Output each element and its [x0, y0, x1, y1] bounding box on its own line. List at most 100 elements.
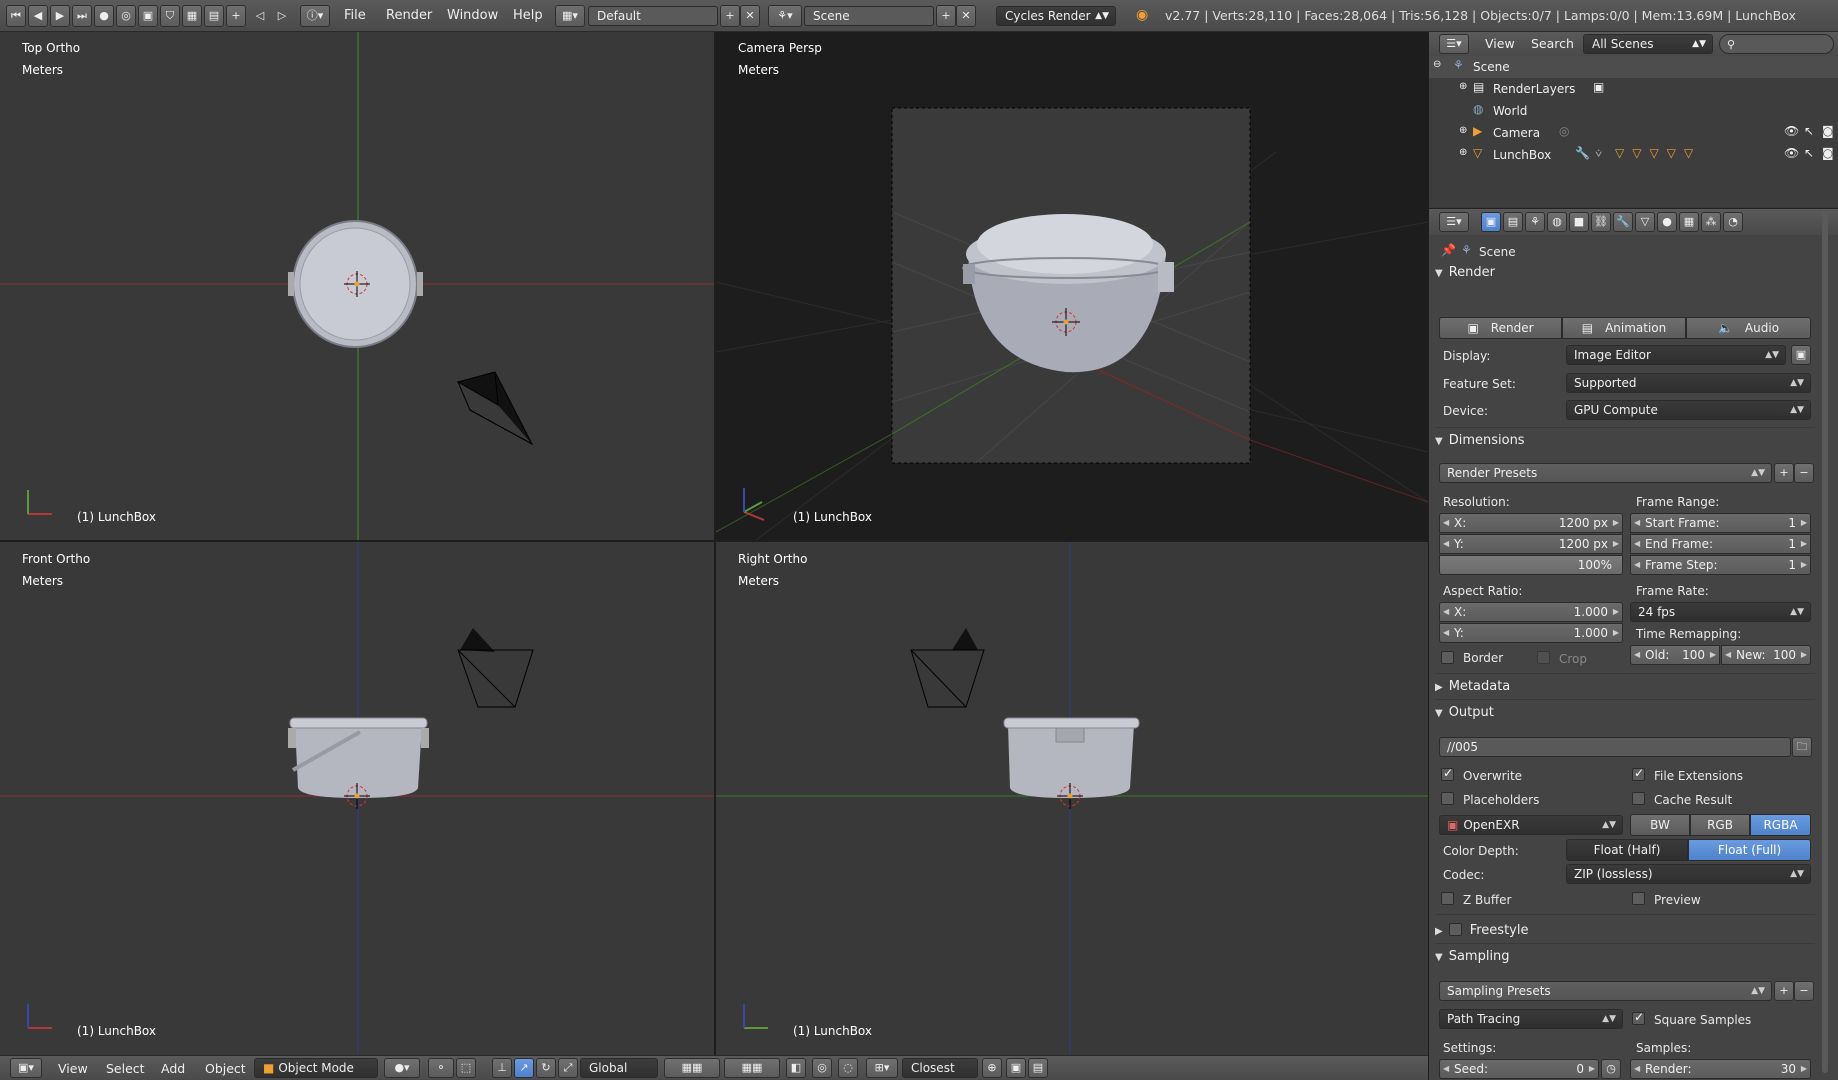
add-preset-icon[interactable]: +: [1774, 981, 1794, 1001]
scene-field[interactable]: Scene: [804, 6, 934, 26]
render-button[interactable]: ▣ Render: [1439, 317, 1562, 339]
sampling-panel-header[interactable]: ▼ Sampling: [1435, 949, 1815, 964]
remove-preset-icon[interactable]: −: [1794, 981, 1814, 1001]
snap-toggle-icon[interactable]: ⊞▾: [866, 1058, 898, 1078]
start-frame-field[interactable]: ◀ Start Frame: 1 ▶: [1630, 513, 1811, 533]
expand-icon[interactable]: ⊕: [1459, 147, 1467, 158]
audio-button[interactable]: 🔈 Audio: [1686, 317, 1811, 339]
jump-start-icon[interactable]: ⏮: [6, 5, 26, 27]
viewport-front-ortho[interactable]: Front Ortho Meters (1) LunchBox: [0, 542, 714, 1054]
screen-layout-field[interactable]: Default: [588, 6, 718, 26]
feature-set-dropdown[interactable]: Supported ▲▼: [1566, 373, 1811, 393]
collapse-icon[interactable]: ⊖: [1433, 59, 1441, 70]
expand-icon[interactable]: ⊕: [1459, 125, 1467, 136]
end-frame-field[interactable]: ◀ End Frame: 1 ▶: [1630, 534, 1811, 554]
add-preset-icon[interactable]: +: [1774, 463, 1794, 483]
falloff-icon[interactable]: ◌: [838, 1058, 858, 1078]
selectable-cursor-icon[interactable]: ↖: [1804, 124, 1814, 138]
viewport-camera-persp[interactable]: Camera Persp Meters (1) LunchBox: [716, 32, 1428, 540]
add-scene-icon[interactable]: +: [936, 5, 956, 27]
lock-interface-icon[interactable]: ▣: [1791, 345, 1811, 365]
placeholders-checkbox[interactable]: [1441, 792, 1454, 805]
channel-rgba-button[interactable]: RGBA: [1750, 814, 1811, 836]
vertex-group-icon[interactable]: ⩒: [1595, 146, 1602, 161]
cache-result-checkbox[interactable]: [1632, 792, 1645, 805]
border-checkbox[interactable]: [1441, 651, 1454, 664]
object-tab-icon[interactable]: ■: [1569, 212, 1589, 232]
resolution-percentage-slider[interactable]: 100%: [1439, 555, 1623, 575]
scene-icon[interactable]: ⚘▾: [768, 5, 802, 27]
physics-tab-icon[interactable]: ◔: [1723, 212, 1743, 232]
crop-checkbox[interactable]: [1537, 651, 1550, 664]
sphere-icon[interactable]: ◎: [116, 5, 136, 27]
snap-target-dropdown[interactable]: Closest: [902, 1058, 978, 1078]
renderable-camera-icon[interactable]: ◙: [1822, 124, 1834, 138]
output-path-input[interactable]: //005: [1439, 737, 1791, 757]
remove-layout-icon[interactable]: ✕: [740, 5, 760, 27]
horizontal-split[interactable]: [0, 540, 1428, 542]
new-file-icon[interactable]: ▣: [138, 5, 158, 27]
vertical-split[interactable]: [714, 32, 716, 1055]
animated-seed-icon[interactable]: ◷: [1601, 1059, 1621, 1079]
frame-rate-dropdown[interactable]: 24 fps ▲▼: [1630, 602, 1811, 622]
outliner-menu-search[interactable]: Search: [1531, 36, 1574, 51]
camera-data-icon[interactable]: ◎: [1559, 124, 1569, 138]
menu-view[interactable]: View: [58, 1061, 88, 1076]
editor-type-icon[interactable]: ▣▾: [10, 1058, 42, 1078]
arrow-right-icon[interactable]: ▷: [272, 5, 292, 27]
outliner-menu-view[interactable]: View: [1485, 36, 1515, 51]
folder-browse-icon[interactable]: 🗀: [1792, 737, 1812, 757]
properties-editor-icon[interactable]: ☰▾: [1439, 212, 1469, 232]
play-icon[interactable]: ▶: [50, 5, 70, 27]
outliner-item-renderlayers[interactable]: ⊕ ▤ RenderLayers ▣: [1429, 78, 1838, 100]
jump-end-icon[interactable]: ⏭: [72, 5, 92, 27]
menu-window[interactable]: Window: [447, 8, 498, 23]
world-tab-icon[interactable]: ◍: [1547, 212, 1567, 232]
square-samples-checkbox[interactable]: [1632, 1010, 1645, 1025]
file-extensions-checkbox[interactable]: [1632, 766, 1645, 781]
metadata-panel-header[interactable]: ▶ Metadata: [1435, 679, 1815, 694]
menu-add[interactable]: Add: [161, 1061, 185, 1076]
render-samples-field[interactable]: ◀ Render: 30 ▶: [1630, 1059, 1811, 1079]
render-layers-tab-icon[interactable]: ▤: [1503, 212, 1523, 232]
outliner-search-input[interactable]: ⚲: [1719, 34, 1834, 54]
freestyle-checkbox[interactable]: [1448, 923, 1462, 936]
channel-bw-button[interactable]: BW: [1630, 814, 1690, 836]
properties-scrollbar[interactable]: [1822, 213, 1828, 1073]
menu-select[interactable]: Select: [106, 1061, 145, 1076]
mesh-data-icons[interactable]: ▽▽▽▽▽: [1615, 146, 1701, 160]
file-format-dropdown[interactable]: ▣ OpenEXR ▲▼: [1439, 815, 1623, 835]
integrator-dropdown[interactable]: Path Tracing ▲▼: [1439, 1009, 1623, 1029]
texture-tab-icon[interactable]: ▦: [1679, 212, 1699, 232]
record-icon[interactable]: ●: [94, 5, 114, 27]
output-panel-header[interactable]: ▼ Output: [1435, 705, 1815, 720]
axis-manipulator-icon[interactable]: ⊥: [492, 1058, 512, 1078]
outliner-item-scene[interactable]: ⊖ ⚘ Scene: [1429, 56, 1838, 78]
viewport-shading-icon[interactable]: ●▾: [384, 1058, 420, 1078]
viewport-right-ortho[interactable]: Right Ortho Meters (1) LunchBox: [716, 542, 1428, 1054]
zbuffer-checkbox[interactable]: [1441, 892, 1454, 905]
transform-orientation-dropdown[interactable]: Global: [580, 1058, 658, 1078]
renderable-camera-icon[interactable]: ◙: [1822, 146, 1834, 160]
modifier-wrench-icon[interactable]: 🔧: [1575, 146, 1590, 160]
scene-tab-icon[interactable]: ⚘: [1525, 212, 1545, 232]
outliner-item-world[interactable]: ◍ World: [1429, 100, 1838, 122]
outliner-item-camera[interactable]: ⊕ ▶ Camera ◎ 👁 ↖ ◙: [1429, 122, 1838, 144]
render-panel-header[interactable]: ▼ Render: [1435, 265, 1815, 280]
float-half-button[interactable]: Float (Half): [1566, 839, 1688, 861]
visibility-eye-icon[interactable]: 👁: [1784, 124, 1799, 138]
dimensions-panel-header[interactable]: ▼ Dimensions: [1435, 433, 1815, 448]
arrow-left-icon[interactable]: ◁: [250, 5, 270, 27]
rotate-icon[interactable]: ↻: [536, 1058, 556, 1078]
menu-object[interactable]: Object: [205, 1061, 246, 1076]
particles-tab-icon[interactable]: ⁂: [1701, 212, 1721, 232]
channel-rgb-button[interactable]: RGB: [1690, 814, 1750, 836]
menu-help[interactable]: Help: [513, 8, 543, 23]
expand-icon[interactable]: ⊕: [1459, 81, 1467, 92]
shield-icon[interactable]: ⛉: [160, 5, 180, 27]
remove-scene-icon[interactable]: ✕: [956, 5, 976, 27]
opengl-render-icon[interactable]: ▣: [1006, 1058, 1026, 1078]
menu-render[interactable]: Render: [386, 8, 432, 23]
modifiers-tab-icon[interactable]: 🔧: [1613, 212, 1633, 232]
constraints-tab-icon[interactable]: ⛓: [1591, 212, 1611, 232]
